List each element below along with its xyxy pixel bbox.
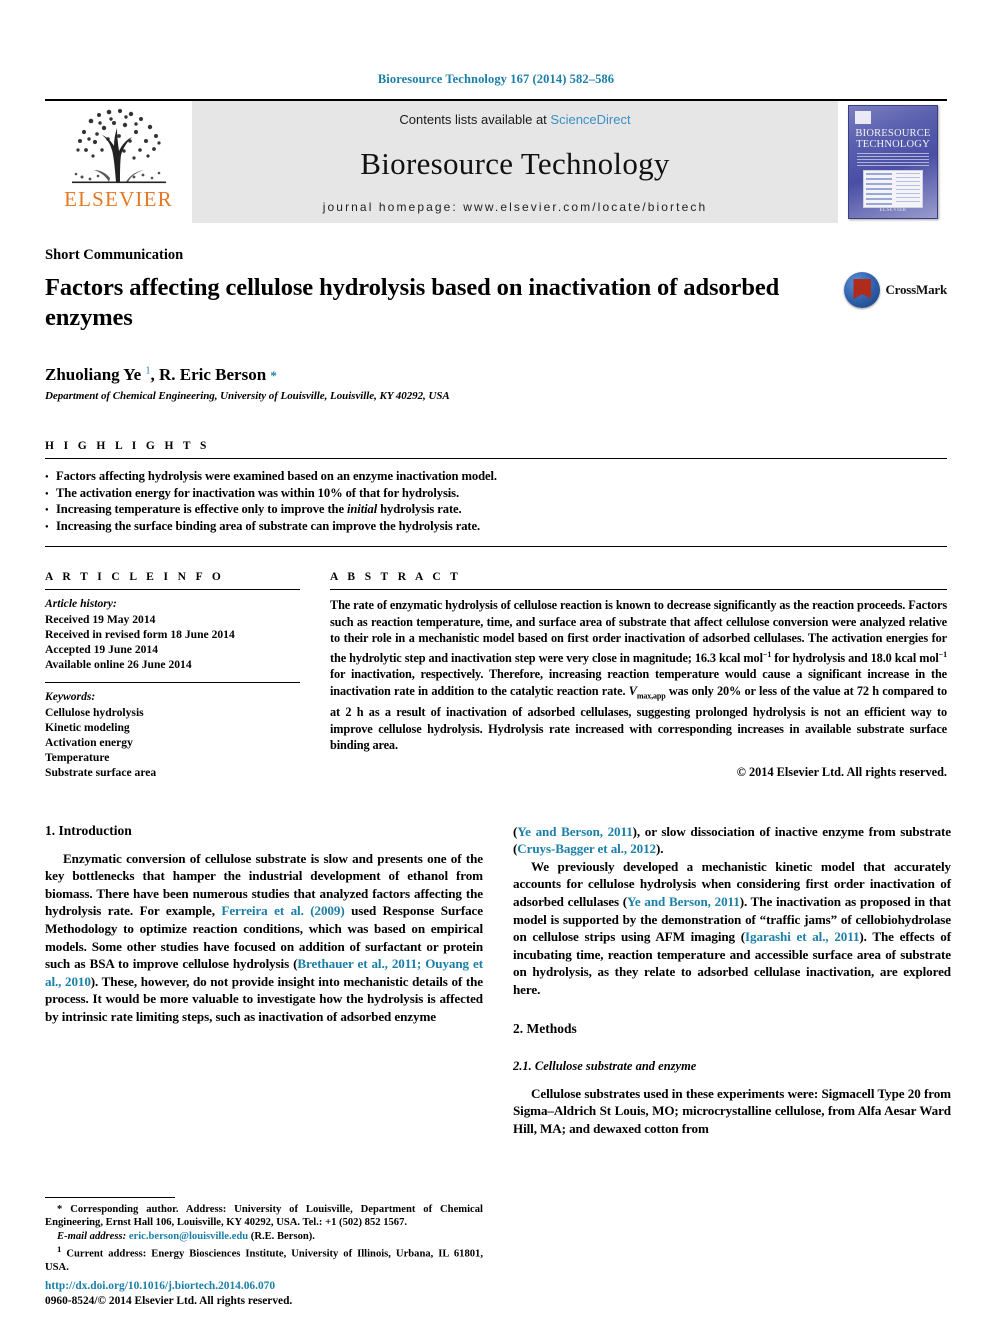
cover-title-line2: TECHNOLOGY bbox=[856, 139, 930, 150]
list-item: Temperature bbox=[45, 751, 110, 765]
elsevier-wordmark: ELSEVIER bbox=[64, 187, 173, 211]
list-item: Activation energy bbox=[45, 736, 133, 750]
article-history-list: Received 19 May 2014 Received in revised … bbox=[45, 612, 300, 673]
journal-title: Bioresource Technology bbox=[360, 145, 670, 181]
right-paragraph-2: We previously developed a mechanistic ki… bbox=[513, 858, 951, 997]
subsection-heading-substrate-enzyme: 2.1. Cellulose substrate and enzyme bbox=[513, 1058, 697, 1073]
list-item: Increasing temperature is effective only… bbox=[45, 501, 947, 518]
cover-title-line1: BIORESOURCE bbox=[855, 128, 931, 139]
list-item: Substrate surface area bbox=[45, 766, 157, 780]
affiliation: Department of Chemical Engineering, Univ… bbox=[45, 390, 450, 403]
article-history-block: Article history: Received 19 May 2014 Rec… bbox=[45, 590, 300, 672]
article-type-label: Short Communication bbox=[45, 247, 184, 263]
list-item: Available online 26 June 2014 bbox=[45, 658, 192, 672]
list-item: The activation energy for inactivation w… bbox=[45, 485, 947, 502]
abstract-copyright: © 2014 Elsevier Ltd. All rights reserved… bbox=[736, 764, 947, 779]
cover-figure bbox=[863, 170, 923, 208]
keywords-list: Cellulose hydrolysis Kinetic modeling Acti… bbox=[45, 705, 300, 781]
cover-subtitle-lines bbox=[857, 153, 929, 166]
journal-banner: Contents lists available at ScienceDirec… bbox=[192, 101, 838, 223]
running-head: Bioresource Technology 167 (2014) 582–58… bbox=[377, 72, 615, 86]
body-columns: 1. Introduction Enzymatic conversion of … bbox=[45, 823, 951, 1138]
footnote-email[interactable]: E-mail address: eric.berson@louisville.e… bbox=[45, 1230, 483, 1244]
keywords-block: Keywords: Cellulose hydrolysis Kinetic mo… bbox=[45, 683, 300, 780]
abstract-label: A B S T R A C T bbox=[330, 571, 462, 584]
author-list: Zhuoliang Ye 1, R. Eric Berson * bbox=[45, 365, 277, 385]
footnote-current-address: 1 Current address: Energy Biosciences In… bbox=[45, 1244, 483, 1274]
info-abstract-row: A R T I C L E I N F O Article history: R… bbox=[45, 571, 947, 780]
highlights-list: Factors affecting hydrolysis were examin… bbox=[45, 459, 947, 540]
page-title: Factors affecting cellulose hydrolysis b… bbox=[45, 274, 780, 331]
cover-footer: ELSEVIER bbox=[879, 208, 907, 213]
keywords-label: Keywords: bbox=[45, 690, 96, 704]
abstract-text: The rate of enzymatic hydrolysis of cell… bbox=[330, 598, 947, 753]
body-column-left: 1. Introduction Enzymatic conversion of … bbox=[45, 823, 483, 1138]
article-info-label: A R T I C L E I N F O bbox=[45, 571, 225, 584]
issn-copyright: 0960-8524/© 2014 Elsevier Ltd. All right… bbox=[45, 1295, 293, 1307]
abstract-section: A B S T R A C T The rate of enzymatic hy… bbox=[330, 571, 947, 780]
list-item: Increasing the surface binding area of s… bbox=[45, 518, 947, 535]
section-heading-introduction: 1. Introduction bbox=[45, 822, 132, 838]
intro-paragraph: Enzymatic conversion of cellulose substr… bbox=[45, 850, 483, 1024]
journal-cover-thumbnail[interactable]: BIORESOURCE TECHNOLOGY ELSEVIER bbox=[838, 101, 947, 223]
highlights-section: H I G H L I G H T S Factors affecting hy… bbox=[45, 440, 947, 548]
highlights-bottom-rule bbox=[45, 546, 947, 548]
cover-publisher-icon bbox=[855, 111, 871, 124]
list-item: Accepted 19 June 2014 bbox=[45, 643, 159, 657]
article-history-label: Article history: bbox=[45, 597, 117, 611]
journal-homepage[interactable]: journal homepage: www.elsevier.com/locat… bbox=[323, 200, 707, 214]
footnotes-block: * Corresponding author. Address: Univers… bbox=[45, 1196, 483, 1276]
elsevier-tree-icon bbox=[71, 108, 166, 184]
sciencedirect-link[interactable]: ScienceDirect bbox=[550, 112, 630, 127]
contents-available-line: Contents lists available at ScienceDirec… bbox=[399, 112, 630, 127]
doi-link[interactable]: http://dx.doi.org/10.1016/j.biortech.201… bbox=[45, 1279, 483, 1294]
list-item: Received 19 May 2014 bbox=[45, 612, 156, 626]
cover-title: BIORESOURCE TECHNOLOGY bbox=[849, 128, 937, 150]
footnote-separator bbox=[45, 1196, 175, 1198]
list-item: Factors affecting hydrolysis were examin… bbox=[45, 468, 947, 485]
right-paragraph-1: (Ye and Berson, 2011), or slow dissociat… bbox=[513, 823, 951, 857]
footnote-corresponding-author: * Corresponding author. Address: Univers… bbox=[45, 1203, 483, 1229]
article-info-section: A R T I C L E I N F O Article history: R… bbox=[45, 571, 300, 780]
crossmark-badge[interactable]: CrossMark bbox=[844, 272, 947, 308]
crossmark-icon bbox=[844, 272, 881, 308]
list-item: Kinetic modeling bbox=[45, 720, 130, 734]
footer-block: http://dx.doi.org/10.1016/j.biortech.201… bbox=[45, 1279, 483, 1309]
body-column-right: (Ye and Berson, 2011), or slow dissociat… bbox=[513, 823, 951, 1138]
article-content: Short Communication Factors affecting ce… bbox=[45, 247, 951, 1138]
contents-prefix: Contents lists available at bbox=[399, 112, 551, 127]
elsevier-logo: ELSEVIER bbox=[45, 101, 192, 223]
highlights-label: H I G H L I G H T S bbox=[45, 440, 210, 453]
list-item: Cellulose hydrolysis bbox=[45, 705, 144, 719]
article-page: Bioresource Technology 167 (2014) 582–58… bbox=[0, 0, 992, 1323]
crossmark-label: CrossMark bbox=[885, 282, 947, 297]
journal-masthead: ELSEVIER Contents lists available at Sci… bbox=[45, 99, 947, 223]
title-row: Factors affecting cellulose hydrolysis b… bbox=[45, 264, 947, 349]
list-item: Received in revised form 18 June 2014 bbox=[45, 627, 235, 641]
cover-image: BIORESOURCE TECHNOLOGY ELSEVIER bbox=[848, 105, 938, 219]
right-paragraph-3: Cellulose substrates used in these exper… bbox=[513, 1085, 951, 1136]
section-heading-methods: 2. Methods bbox=[513, 1020, 577, 1036]
